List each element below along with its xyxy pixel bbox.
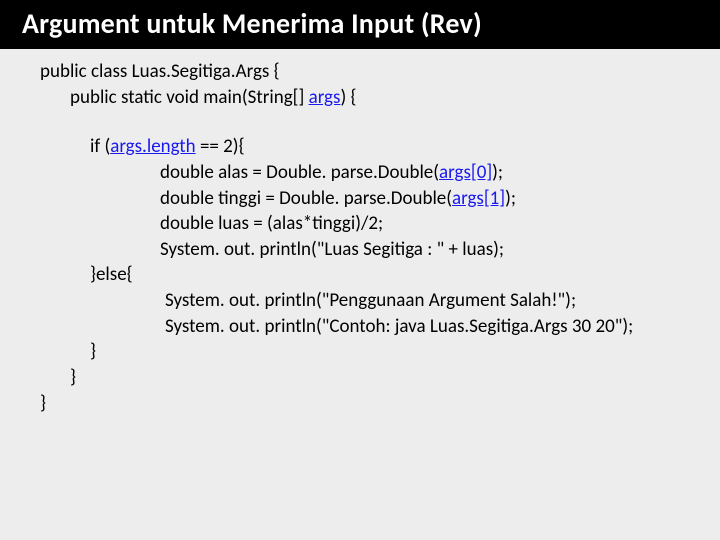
code-text: double alas = Double. parse.Double(	[160, 161, 439, 184]
code-line: }	[40, 339, 720, 365]
code-text: );	[505, 187, 516, 210]
code-identifier: args[1]	[452, 187, 505, 210]
blank-line	[40, 110, 720, 134]
code-text: == 2){	[196, 135, 245, 158]
code-text: if (	[90, 135, 110, 158]
code-line: }	[40, 365, 720, 391]
slide-title: Argument untuk Menerima Input (Rev)	[0, 0, 720, 49]
code-text: );	[492, 161, 503, 184]
code-block: public class Luas.Segitiga.Args { public…	[0, 49, 720, 416]
code-line: double tinggi = Double. parse.Double(arg…	[40, 186, 720, 212]
code-identifier: args[0]	[439, 161, 492, 184]
code-text: ) {	[340, 86, 356, 109]
code-line: double luas = (alas*tinggi)/2;	[40, 211, 720, 237]
code-line: public class Luas.Segitiga.Args {	[40, 59, 720, 85]
code-text: double tinggi = Double. parse.Double(	[160, 187, 452, 210]
code-line: System. out. println("Penggunaan Argumen…	[40, 288, 720, 314]
code-identifier: args.length	[110, 135, 195, 158]
slide: Argument untuk Menerima Input (Rev) publ…	[0, 0, 720, 540]
code-line: public static void main(String[] args) {	[40, 85, 720, 111]
code-line: double alas = Double. parse.Double(args[…	[40, 160, 720, 186]
code-text: public static void main(String[]	[70, 86, 309, 109]
code-line: System. out. println("Contoh: java Luas.…	[40, 314, 720, 340]
code-identifier: args	[309, 86, 341, 109]
code-line: if (args.length == 2){	[40, 134, 720, 160]
code-line: }else{	[40, 262, 720, 288]
code-line: System. out. println("Luas Segitiga : " …	[40, 237, 720, 263]
code-line: }	[40, 391, 720, 417]
